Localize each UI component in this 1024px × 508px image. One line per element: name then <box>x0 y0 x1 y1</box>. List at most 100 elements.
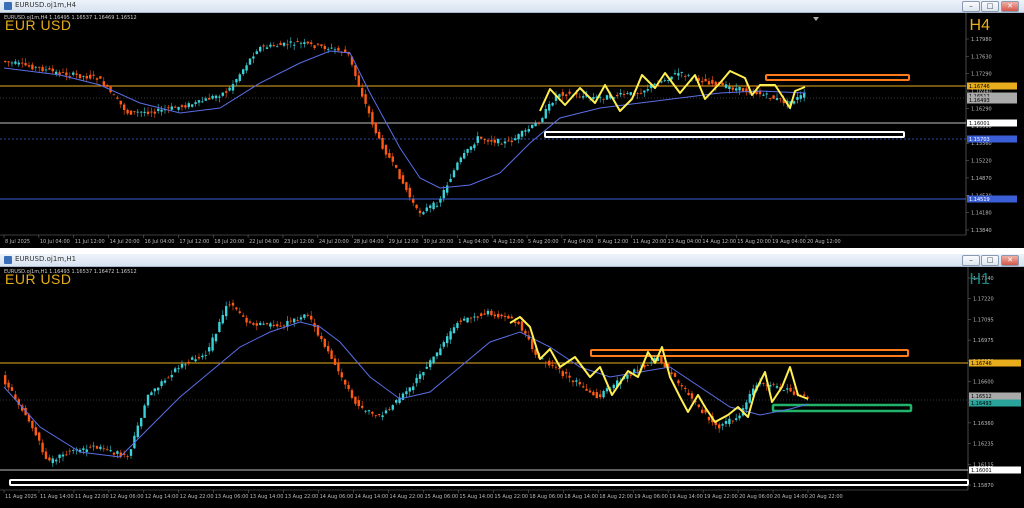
candle-body <box>44 451 48 459</box>
candle-body <box>405 182 408 191</box>
candle-body <box>276 324 279 327</box>
maximize-button[interactable]: □ <box>981 255 999 266</box>
candle-body <box>517 134 520 140</box>
chart-window-icon <box>4 2 12 10</box>
time-axis-label: 19 Aug 04:00 <box>772 239 806 245</box>
candle-body <box>180 363 184 368</box>
candle-body <box>551 102 554 106</box>
h4-price-chart[interactable]: 1.179801.176301.172901.169401.162901.159… <box>0 13 1024 248</box>
h1-chart-window[interactable]: EURUSD.oj1m,H1 – □ ✕ 1.17340 1.17220 1.170… <box>0 254 1024 508</box>
candle-body <box>738 87 741 91</box>
candle-body <box>490 310 493 316</box>
candle-body <box>381 415 384 418</box>
candle-body <box>782 390 785 391</box>
candle-body <box>92 74 95 76</box>
time-axis-label: 14 Aug 12:00 <box>702 239 736 245</box>
candle-body <box>599 394 602 398</box>
time-axis-label: 13 Aug 06:00 <box>215 494 249 500</box>
h1-symbol-label: EUR USD <box>5 271 72 287</box>
candle-body <box>412 199 415 203</box>
candle-body <box>605 388 609 392</box>
candle-body <box>221 315 224 324</box>
time-axis-label: 19 Aug 22:00 <box>704 494 738 500</box>
candle-body <box>92 445 95 447</box>
price-marker-label: 1.16512 <box>971 394 992 400</box>
h1-price-chart[interactable]: 1.173401.172201.170951.169751.168501.166… <box>0 267 1024 508</box>
close-button[interactable]: ✕ <box>1001 1 1019 12</box>
candle-body <box>259 46 262 52</box>
candle-body <box>140 418 143 427</box>
candle-body <box>306 315 309 316</box>
candle-body <box>408 387 411 392</box>
h1-window-titlebar[interactable]: EURUSD.oj1m,H1 – □ ✕ <box>0 254 1024 267</box>
minimize-button[interactable]: – <box>962 1 980 12</box>
candle-body <box>34 427 37 436</box>
candle-body <box>401 175 405 184</box>
close-button[interactable]: ✕ <box>1001 255 1019 266</box>
candle-body <box>357 75 360 87</box>
candle-body <box>245 317 248 323</box>
candle-body <box>354 396 357 404</box>
candle-body <box>789 387 792 392</box>
candle-body <box>265 47 269 49</box>
candle-body <box>112 452 116 455</box>
candle-body <box>803 93 806 98</box>
candle-body <box>639 92 643 94</box>
candle-body <box>306 41 309 44</box>
candle-body <box>347 385 350 389</box>
price-axis-label: 1.13840 <box>971 228 992 234</box>
candle-body <box>384 410 388 414</box>
candle-body <box>721 82 724 86</box>
candle-body <box>378 131 381 139</box>
price-axis-label: 1.16235 <box>973 442 994 448</box>
price-axis-label: 1.17290 <box>971 72 992 78</box>
candle-body <box>293 44 296 46</box>
candle-body <box>469 146 473 150</box>
candle-body <box>259 322 262 325</box>
candle-body <box>497 313 500 318</box>
candle-body <box>248 321 252 323</box>
candle-body <box>119 100 122 105</box>
candle-body <box>184 105 187 108</box>
price-marker-label: 1.16746 <box>971 361 992 367</box>
candle-body <box>170 106 173 110</box>
candle-body <box>585 388 588 391</box>
candle-body <box>724 84 728 88</box>
candle-body <box>333 49 337 51</box>
candle-body <box>446 185 449 193</box>
candle-body <box>99 76 102 79</box>
candle-body <box>38 66 41 68</box>
candle-body <box>680 72 683 73</box>
candle-body <box>279 325 282 327</box>
candle-body <box>452 170 456 178</box>
candle-body <box>330 350 333 359</box>
candle-body <box>364 410 367 412</box>
time-axis-label: 14 Aug 14:00 <box>355 494 389 500</box>
candle-body <box>289 320 292 322</box>
candle-body <box>123 104 126 110</box>
candle-body <box>660 356 663 364</box>
candle-body <box>228 87 231 91</box>
candle-body <box>646 365 649 367</box>
candle-body <box>486 310 490 315</box>
chart-window-icon <box>4 256 12 264</box>
candle-body <box>735 418 738 420</box>
h4-window-titlebar[interactable]: EURUSD.oj1m,H4 – □ ✕ <box>0 0 1024 13</box>
candle-body <box>116 97 119 99</box>
candle-body <box>660 81 663 83</box>
h4-chart-area[interactable]: 1.17980 1.17630 1.17290 1.16940 1.16290 1.159… <box>0 13 1024 248</box>
candle-body <box>7 61 10 63</box>
maximize-button[interactable]: □ <box>981 1 999 12</box>
h1-chart-area[interactable]: 1.173401.172201.170951.169751.168501.166… <box>0 267 1024 508</box>
candle-body <box>707 81 711 85</box>
minimize-button[interactable]: – <box>962 255 980 266</box>
candle-body <box>388 153 391 158</box>
candle-body <box>296 41 299 43</box>
h4-chart-window[interactable]: EURUSD.oj1m,H4 – □ ✕ 1.17980 1.17630 1.172… <box>0 0 1024 249</box>
candle-body <box>493 314 496 317</box>
candle-body <box>476 136 479 143</box>
candle-body <box>184 364 187 366</box>
candle-body <box>378 414 381 416</box>
candle-body <box>282 42 286 46</box>
candle-body <box>235 79 238 83</box>
